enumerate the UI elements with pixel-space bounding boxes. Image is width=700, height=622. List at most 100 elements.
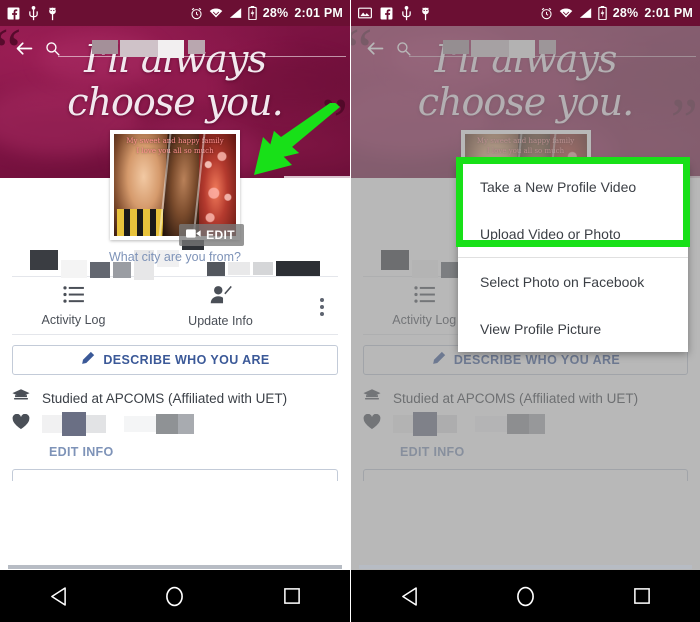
profile-avatar[interactable]: My sweet and happy family I love you all… — [110, 130, 244, 246]
recents-square-icon[interactable] — [619, 573, 665, 619]
phone-screen-left: 28% 2:01 PM “ ” I'll always choose you. — [0, 0, 350, 622]
value-block — [124, 416, 156, 432]
phone-screen-right: 28% 2:01 PM “ ” I'll always choose you. — [350, 0, 700, 622]
action-activity-log[interactable]: Activity Log — [0, 286, 147, 327]
redacted-name-block — [120, 40, 158, 57]
menu-item-label: View Profile Picture — [480, 320, 602, 337]
redacted-name-block — [92, 40, 118, 54]
avatar-caption-line2: I love you all so much — [136, 147, 214, 156]
menu-item-label: Take a New Profile Video — [480, 178, 637, 195]
edit-info-link[interactable]: EDIT INFO — [0, 437, 350, 469]
name-block — [30, 250, 58, 270]
battery-icon — [597, 6, 607, 20]
menu-item-label: Upload Video or Photo — [480, 225, 621, 242]
menu-item-label: Select Photo on Facebook — [480, 273, 645, 290]
value-block — [178, 414, 194, 434]
wifi-icon — [559, 7, 573, 19]
heart-icon — [12, 413, 30, 435]
android-navbar-right — [351, 570, 700, 622]
battery-percent: 28% — [262, 6, 289, 20]
edit-profile-icon — [210, 285, 232, 309]
avatar-image: My sweet and happy family I love you all… — [114, 134, 236, 236]
clock-time: 2:01 PM — [294, 6, 343, 20]
info-row-education: Studied at APCOMS (Affiliated with UET) — [12, 385, 338, 411]
status-bar-right: 28% 2:01 PM — [351, 0, 700, 26]
value-block — [156, 414, 178, 434]
redacted-relationship-value — [42, 412, 194, 436]
alarm-icon — [190, 7, 203, 20]
list-icon — [63, 286, 84, 308]
action-update-info[interactable]: Update Info — [147, 285, 294, 328]
action-more-options[interactable] — [294, 297, 350, 316]
back-triangle-icon[interactable] — [386, 573, 432, 619]
menu-item-view-profile-picture[interactable]: View Profile Picture — [458, 305, 688, 352]
back-triangle-icon[interactable] — [35, 573, 81, 619]
signal-icon — [229, 7, 242, 19]
profile-info-list: Studied at APCOMS (Affiliated with UET) — [0, 375, 350, 437]
action-label: Activity Log — [41, 313, 106, 327]
name-block — [253, 262, 273, 275]
info-education-text: Studied at APCOMS (Affiliated with UET) — [42, 390, 288, 406]
quote-close-glyph: ” — [320, 87, 348, 155]
status-bar-left-icons — [358, 5, 431, 21]
name-block — [90, 262, 110, 278]
search-icon[interactable] — [38, 34, 66, 62]
redacted-name-block — [158, 40, 184, 58]
usb-icon — [28, 5, 39, 21]
menu-item-upload-video-or-photo[interactable]: Upload Video or Photo — [458, 210, 688, 257]
usb-icon — [401, 5, 412, 21]
back-arrow-icon[interactable] — [10, 34, 38, 62]
info-row-relationship — [12, 411, 338, 437]
facebook-icon — [7, 7, 20, 20]
menu-item-select-photo-on-facebook[interactable]: Select Photo on Facebook — [458, 258, 688, 305]
avatar-caption: My sweet and happy family I love you all… — [114, 136, 236, 156]
scroll-indicator[interactable] — [359, 565, 692, 569]
android-navbar-left — [0, 570, 350, 622]
value-block — [62, 412, 86, 436]
status-bar-right-icons: 28% 2:01 PM — [540, 6, 693, 20]
home-circle-icon[interactable] — [152, 573, 198, 619]
value-block — [106, 415, 124, 433]
video-camera-icon — [186, 228, 201, 242]
scroll-indicator[interactable] — [8, 565, 342, 569]
value-block — [86, 415, 106, 433]
recents-square-icon[interactable] — [269, 573, 315, 619]
battery-icon — [247, 6, 257, 20]
profile-action-row: Activity Log Update Info — [0, 277, 350, 334]
pencil-icon — [80, 351, 95, 369]
battery-percent: 28% — [612, 6, 639, 20]
divider — [12, 334, 338, 335]
name-block — [207, 262, 225, 276]
cover-edit-button[interactable]: EDIT — [283, 176, 350, 178]
name-block — [113, 262, 131, 278]
alarm-icon — [540, 7, 553, 20]
wifi-icon — [209, 7, 223, 19]
more-vertical-icon — [320, 297, 324, 316]
two-panel-screenshot: 28% 2:01 PM “ ” I'll always choose you. — [0, 0, 700, 622]
status-bar-right-icons: 28% 2:01 PM — [190, 6, 343, 20]
value-block — [42, 415, 62, 433]
name-block — [276, 261, 320, 276]
clock-time: 2:01 PM — [644, 6, 693, 20]
facebook-icon — [380, 7, 393, 20]
action-label: Update Info — [188, 314, 253, 328]
avatar-caption-line1: My sweet and happy family — [126, 137, 224, 145]
next-card-edge — [12, 469, 338, 481]
signal-icon — [579, 7, 592, 19]
menu-item-take-new-profile-video[interactable]: Take a New Profile Video — [458, 163, 688, 210]
redacted-name-block — [188, 40, 205, 54]
profile-photo-edit-button[interactable]: EDIT — [179, 224, 244, 246]
graduation-cap-icon — [12, 388, 30, 408]
profile-picture-options-menu: Take a New Profile Video Upload Video or… — [458, 163, 688, 352]
home-circle-icon[interactable] — [502, 573, 548, 619]
profile-edit-label: EDIT — [206, 228, 235, 242]
image-icon — [358, 7, 372, 19]
cover-toolbar — [0, 30, 350, 66]
status-bar-left-icons — [7, 5, 58, 21]
describe-label: DESCRIBE WHO YOU ARE — [103, 353, 270, 367]
android-debug-icon — [420, 6, 431, 21]
status-bar-left: 28% 2:01 PM — [0, 0, 350, 26]
describe-who-you-are-button[interactable]: DESCRIBE WHO YOU ARE — [12, 345, 338, 375]
name-block — [61, 260, 87, 278]
android-debug-icon — [47, 6, 58, 21]
